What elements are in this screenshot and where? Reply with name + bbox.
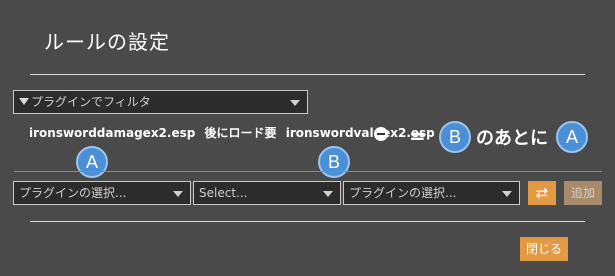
funnel-icon <box>19 98 29 105</box>
divider-top <box>30 74 585 75</box>
rule-relation: 後にロード要 <box>204 126 277 140</box>
filter-placeholder: プラグインでフィルタ <box>31 95 151 109</box>
rule-plugin-a: ironsworddamagex2.esp <box>29 126 196 140</box>
add-button[interactable]: 追加 <box>564 181 602 205</box>
close-button[interactable]: 閉じる <box>520 237 568 261</box>
chevron-down-icon <box>502 191 512 197</box>
divider-bottom <box>30 221 585 222</box>
chevron-down-icon <box>290 100 300 106</box>
relation-select[interactable]: Select... <box>193 181 341 205</box>
annotation-bubble-b: B <box>318 146 350 178</box>
second-plugin-select[interactable]: プラグインの選択... <box>343 181 520 205</box>
dialog-title: ルールの設定 <box>44 30 170 54</box>
annotation-equals: = <box>409 124 426 148</box>
annotation-after-text: のあとに <box>476 128 548 149</box>
first-plugin-select[interactable]: プラグインの選択... <box>13 181 191 205</box>
chevron-down-icon <box>173 191 183 197</box>
relation-select-value: Select... <box>199 186 248 200</box>
annotation-bubble-b-explain: B <box>439 121 471 153</box>
plugin-filter-dropdown[interactable]: プラグインでフィルタ <box>13 90 308 114</box>
swap-button[interactable]: ⇄ <box>528 181 556 205</box>
chevron-down-icon <box>323 191 333 197</box>
first-plugin-select-value: プラグインの選択... <box>19 186 127 200</box>
annotation-bubble-a: A <box>76 146 108 178</box>
divider-middle <box>14 171 602 172</box>
swap-icon: ⇄ <box>535 184 549 202</box>
annotation-bubble-a-explain: A <box>556 121 588 153</box>
remove-rule-icon[interactable] <box>374 127 388 141</box>
second-plugin-select-value: プラグインの選択... <box>349 186 457 200</box>
